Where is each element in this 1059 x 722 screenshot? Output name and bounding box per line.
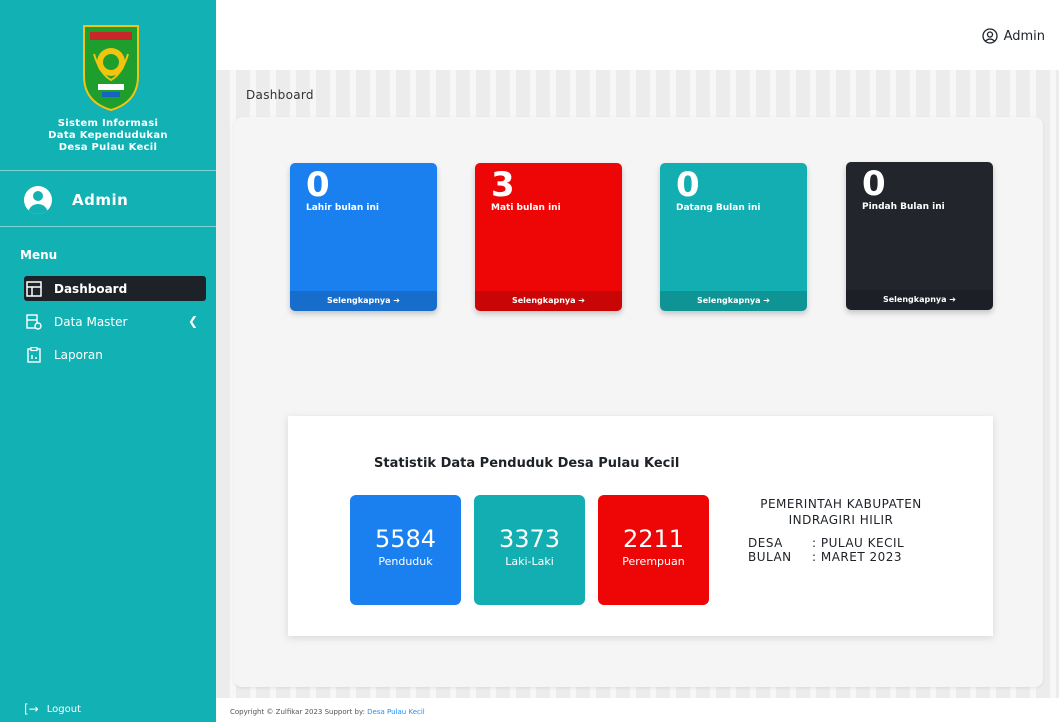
card-pindah: 0 Pindah Bulan ini Selengkapnya ➔ <box>846 162 993 310</box>
stat-label: Perempuan <box>622 555 685 568</box>
top-user-menu[interactable]: Admin <box>981 28 1045 44</box>
card-value: 0 <box>862 164 886 204</box>
regency-emblem-logo <box>80 24 142 112</box>
card-label: Lahir bulan ini <box>306 203 379 213</box>
card-lahir: 0 Lahir bulan ini Selengkapnya ➔ <box>290 163 437 311</box>
dashboard-icon <box>26 280 42 297</box>
sidebar-item-label: Data Master <box>54 314 128 329</box>
gov-line2: INDRAGIRI HILIR <box>788 513 894 527</box>
population-stats-box: Statistik Data Penduduk Desa Pulau Kecil… <box>288 416 993 636</box>
sidebar-user-name: Admin <box>72 191 129 209</box>
desa-key: DESA <box>748 536 783 550</box>
card-more-link[interactable]: Selengkapnya ➔ <box>290 291 437 311</box>
logout-icon: [→ <box>24 702 39 716</box>
gov-line1: PEMERINTAH KABUPATEN <box>760 497 922 511</box>
top-bar: Admin <box>216 0 1059 70</box>
government-info: PEMERINTAH KABUPATEN INDRAGIRI HILIR DES… <box>736 496 946 564</box>
page-title: Dashboard <box>246 88 314 102</box>
top-user-name: Admin <box>1003 28 1045 44</box>
app-title-line3: Desa Pulau Kecil <box>58 142 158 153</box>
logout-label: Logout <box>46 703 81 715</box>
sidebar-user-panel[interactable]: Admin <box>24 186 128 214</box>
user-circle-icon <box>981 28 998 44</box>
card-value: 0 <box>306 165 330 205</box>
database-icon <box>26 313 42 330</box>
stat-laki-laki: 3373 Laki-Laki <box>474 495 585 605</box>
card-value: 3 <box>491 165 515 205</box>
stat-perempuan: 2211 Perempuan <box>598 495 709 605</box>
footer: Copyright © Zulfikar 2023 Support by: De… <box>216 698 1059 722</box>
card-mati: 3 Mati bulan ini Selengkapnya ➔ <box>475 163 622 311</box>
card-more-link[interactable]: Selengkapnya ➔ <box>846 290 993 310</box>
card-more-link[interactable]: Selengkapnya ➔ <box>660 291 807 311</box>
app-title-line2: Data Kependudukan <box>48 130 168 141</box>
footer-link[interactable]: Desa Pulau Kecil <box>367 708 425 716</box>
sidebar-item-label: Laporan <box>54 347 103 362</box>
app-title: Sistem Informasi Data Kependudukan Desa … <box>0 118 216 154</box>
bulan-key: BULAN <box>748 550 792 564</box>
sidebar-divider <box>0 226 216 227</box>
stat-value: 5584 <box>374 525 437 553</box>
card-more-link[interactable]: Selengkapnya ➔ <box>475 291 622 311</box>
bulan-row: BULAN : MARET 2023 <box>748 550 946 564</box>
menu-heading: Menu <box>20 248 58 262</box>
sidebar: Sistem Informasi Data Kependudukan Desa … <box>0 0 216 722</box>
report-icon <box>27 346 41 363</box>
app-title-line1: Sistem Informasi <box>57 118 159 129</box>
stat-penduduk: 5584 Penduduk <box>350 495 461 605</box>
card-label: Datang Bulan ini <box>676 203 761 213</box>
stat-label: Penduduk <box>378 555 433 568</box>
footer-text: Copyright © Zulfikar 2023 Support by: <box>230 708 368 716</box>
card-datang: 0 Datang Bulan ini Selengkapnya ➔ <box>660 163 807 311</box>
user-avatar-icon <box>24 186 52 214</box>
sidebar-item-laporan[interactable]: Laporan <box>24 342 206 367</box>
bulan-value: : MARET 2023 <box>812 550 903 564</box>
sidebar-divider <box>0 170 216 171</box>
logout-button[interactable]: [→ Logout <box>24 702 81 716</box>
card-value: 0 <box>676 165 700 205</box>
stat-value: 2211 <box>622 525 685 553</box>
sidebar-item-label: Dashboard <box>54 281 128 296</box>
desa-value: : PULAU KECIL <box>812 536 905 550</box>
card-label: Mati bulan ini <box>491 203 561 213</box>
sidebar-item-dashboard[interactable]: Dashboard <box>24 276 206 301</box>
card-label: Pindah Bulan ini <box>862 202 945 212</box>
stat-label: Laki-Laki <box>505 555 554 568</box>
stat-value: 3373 <box>498 525 561 553</box>
chevron-left-icon: ❮ <box>187 314 198 328</box>
desa-row: DESA : PULAU KECIL <box>748 536 946 550</box>
sidebar-item-data-master[interactable]: Data Master ❮ <box>24 309 206 334</box>
stats-title: Statistik Data Penduduk Desa Pulau Kecil <box>374 456 680 471</box>
